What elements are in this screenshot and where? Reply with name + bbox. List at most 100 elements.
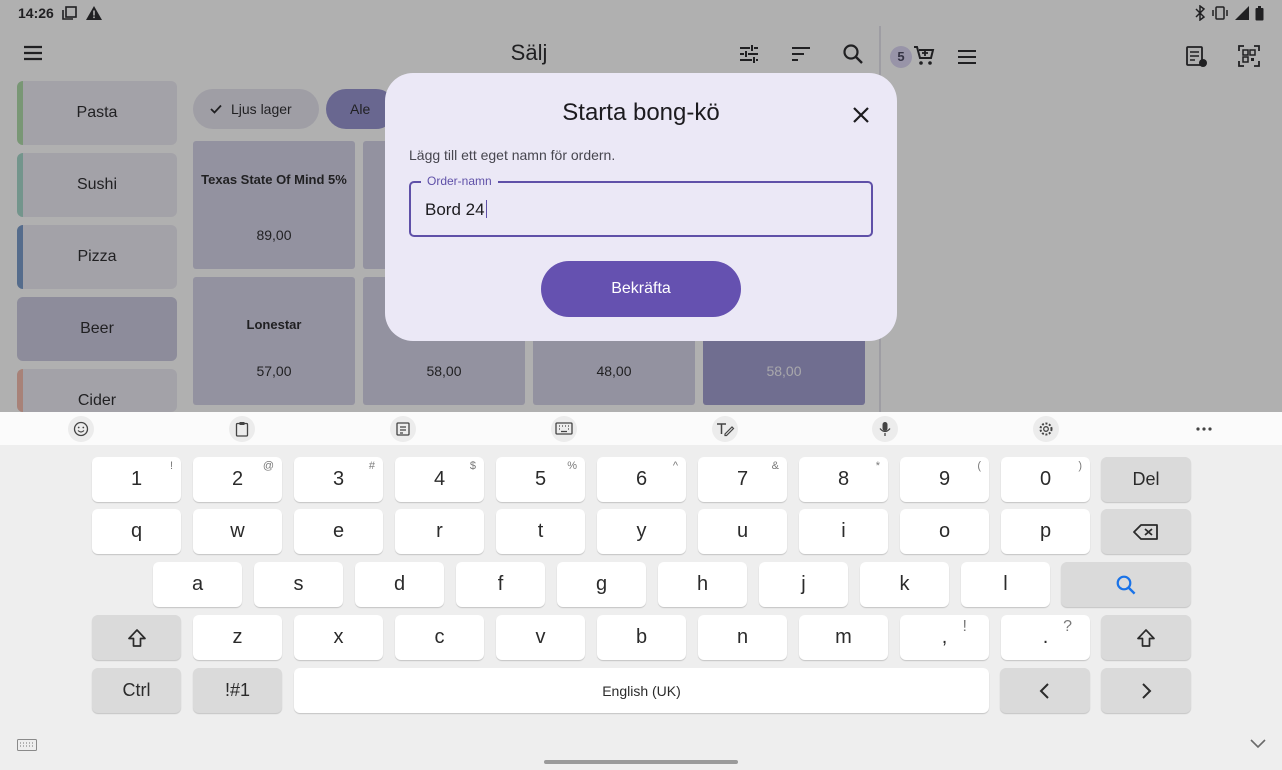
key-h[interactable]: h <box>658 562 747 607</box>
key-label: 8 <box>837 468 850 490</box>
key-hint: ( <box>977 460 981 472</box>
key-l[interactable]: l <box>961 562 1050 607</box>
key-period[interactable]: .? <box>1001 615 1090 660</box>
key-a[interactable]: a <box>153 562 242 607</box>
confirm-button[interactable]: Bekräfta <box>541 261 741 317</box>
key-r[interactable]: r <box>395 509 484 554</box>
key-hint: ) <box>1078 460 1082 472</box>
order-name-field[interactable]: Order-namn Bord 24 <box>409 174 873 237</box>
key-label: 2 <box>231 468 244 490</box>
key-label: . <box>1042 626 1049 648</box>
emoji-icon[interactable] <box>68 416 94 442</box>
key-label: 1 <box>130 468 143 490</box>
shift-icon <box>127 628 147 648</box>
key-label: 4 <box>433 468 446 490</box>
key-label: 9 <box>938 468 951 490</box>
shift-left-key[interactable] <box>92 615 181 660</box>
key-e[interactable]: e <box>294 509 383 554</box>
key-u[interactable]: u <box>698 509 787 554</box>
key-g[interactable]: g <box>557 562 646 607</box>
text-cursor <box>485 200 487 218</box>
key-label: , <box>941 626 948 648</box>
key-w[interactable]: w <box>193 509 282 554</box>
key-8[interactable]: 8 * <box>799 457 888 502</box>
search-key[interactable] <box>1061 562 1191 607</box>
ctrl-key[interactable]: Ctrl <box>92 668 181 713</box>
key-hint: * <box>875 460 880 472</box>
settings-gear-icon[interactable] <box>1033 416 1059 442</box>
key-p[interactable]: p <box>1001 509 1090 554</box>
key-hint: ! <box>169 460 173 472</box>
field-label: Order-namn <box>421 174 498 188</box>
chevron-left-icon <box>1038 682 1052 700</box>
key-label: 7 <box>736 468 749 490</box>
key-hint: ^ <box>672 460 678 472</box>
gesture-navigation-bar[interactable] <box>544 760 738 764</box>
key-9[interactable]: 9( <box>900 457 989 502</box>
key-b[interactable]: b <box>597 615 686 660</box>
dialog-title: Starta bong-kö <box>562 99 720 126</box>
field-value: Bord 24 <box>425 200 485 219</box>
key-label: 3 <box>332 468 345 490</box>
dialog-description: Lägg till ett eget namn för ordern. <box>409 147 616 163</box>
key-k[interactable]: k <box>860 562 949 607</box>
key-7[interactable]: 7 & <box>698 457 787 502</box>
keyboard-toolbar <box>0 412 1282 445</box>
chevron-right-icon <box>1139 682 1153 700</box>
key-x[interactable]: x <box>294 615 383 660</box>
backspace-key[interactable] <box>1101 509 1191 554</box>
order-name-input[interactable]: Bord 24 <box>425 200 487 220</box>
hide-keyboard-icon[interactable] <box>1249 738 1267 750</box>
key-hint: ! <box>962 618 967 635</box>
key-label: 5 <box>534 468 547 490</box>
symbols-key[interactable]: !#1 <box>193 668 282 713</box>
key-4[interactable]: 4 $ <box>395 457 484 502</box>
key-d[interactable]: d <box>355 562 444 607</box>
key-hint: % <box>567 460 577 472</box>
key-label: 0 <box>1039 468 1052 490</box>
key-hint: ? <box>1063 618 1072 635</box>
key-o[interactable]: o <box>900 509 989 554</box>
key-z[interactable]: z <box>193 615 282 660</box>
key-label: 6 <box>635 468 648 490</box>
shift-icon <box>1136 628 1156 648</box>
handwriting-icon[interactable] <box>712 416 738 442</box>
key-hint: $ <box>469 460 476 472</box>
key-i[interactable]: i <box>799 509 888 554</box>
key-v[interactable]: v <box>496 615 585 660</box>
key-hint: @ <box>262 460 274 472</box>
key-6[interactable]: 6 ^ <box>597 457 686 502</box>
key-0[interactable]: 0) <box>1001 457 1090 502</box>
key-s[interactable]: s <box>254 562 343 607</box>
keyboard-switcher-icon[interactable] <box>17 739 37 751</box>
key-n[interactable]: n <box>698 615 787 660</box>
key-3[interactable]: 3 # <box>294 457 383 502</box>
close-icon[interactable] <box>850 104 872 126</box>
key-m[interactable]: m <box>799 615 888 660</box>
more-options-icon[interactable] <box>1191 416 1217 442</box>
backspace-icon <box>1133 523 1159 541</box>
key-c[interactable]: c <box>395 615 484 660</box>
key-j[interactable]: j <box>759 562 848 607</box>
clipboard-icon[interactable] <box>229 416 255 442</box>
key-2[interactable]: 2 @ <box>193 457 282 502</box>
key-comma[interactable]: ,! <box>900 615 989 660</box>
search-icon <box>1115 574 1137 596</box>
key-q[interactable]: q <box>92 509 181 554</box>
key-hint: & <box>771 460 779 472</box>
key-f[interactable]: f <box>456 562 545 607</box>
keyboard-mode-icon[interactable] <box>551 416 577 442</box>
key-5[interactable]: 5% <box>496 457 585 502</box>
text-edit-icon[interactable] <box>390 416 416 442</box>
shift-right-key[interactable] <box>1101 615 1191 660</box>
space-key[interactable]: English (UK) <box>294 668 989 713</box>
arrow-left-key[interactable] <box>1000 668 1090 713</box>
arrow-right-key[interactable] <box>1101 668 1191 713</box>
delete-key[interactable]: Del <box>1101 457 1191 502</box>
on-screen-keyboard: 1! 2 @ 3 # 4 $ 5% 6 ^ 7 & 8 * 9( 0) Del q w e … <box>0 412 1282 770</box>
key-1[interactable]: 1! <box>92 457 181 502</box>
microphone-icon[interactable] <box>872 416 898 442</box>
start-order-queue-dialog: Starta bong-kö Lägg till ett eget namn f… <box>385 73 897 341</box>
key-t[interactable]: t <box>496 509 585 554</box>
key-y[interactable]: y <box>597 509 686 554</box>
